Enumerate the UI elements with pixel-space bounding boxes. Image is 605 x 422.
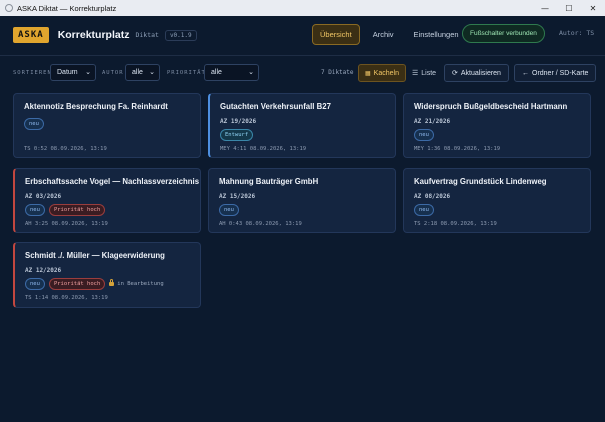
card-title: Gutachten Verkehrsunfall B27 <box>220 102 331 111</box>
nav-settings[interactable]: Einstellungen <box>407 25 466 44</box>
card-badges: neu Priorität hoch in Bearbeitung <box>25 278 164 290</box>
status-badge: neu <box>414 204 434 216</box>
close-icon[interactable]: ✕ <box>581 0 605 16</box>
card-title: Kaufvertrag Grundstück Lindenweg <box>414 177 547 186</box>
view-tiles-button[interactable]: ▦ Kacheln <box>358 64 406 82</box>
card-meta: MEY 4:11 08.09.2026, 13:19 <box>220 146 307 152</box>
dictation-count: 7 Diktate <box>321 69 354 76</box>
card-badges: neu <box>219 204 243 216</box>
author-label: Autor: TS <box>559 29 595 37</box>
view-list-label: Liste <box>421 69 437 77</box>
footswitch-status-badge: Fußschalter verbunden <box>462 24 545 43</box>
app-icon <box>5 4 13 12</box>
case-number: AZ 08/2026 <box>414 193 451 200</box>
folder-sd-button[interactable]: ← Ordner / SD-Karte <box>514 64 597 82</box>
logo: ASKA <box>13 27 49 43</box>
case-number: AZ 15/2026 <box>219 193 256 200</box>
filter-toolbar: SORTIEREN Datum ⌄ AUTOR alle ⌄ PRIORITÄT… <box>0 56 605 88</box>
chevron-down-icon: ⌄ <box>149 69 155 76</box>
card-badges: neu <box>414 204 438 216</box>
author-filter-label: AUTOR <box>102 70 124 76</box>
nav-overview[interactable]: Übersicht <box>312 24 360 45</box>
lock-icon <box>109 279 115 286</box>
status-badge: neu <box>25 278 45 290</box>
status-badge: Entwurf <box>220 129 254 141</box>
card-badges: neu <box>414 129 438 141</box>
card-badges: neu Priorität hoch <box>25 204 109 216</box>
folder-sd-label: Ordner / SD-Karte <box>532 69 589 77</box>
case-number: AZ 03/2026 <box>25 193 62 200</box>
priority-badge: Priorität hoch <box>48 204 106 216</box>
sort-select-value: Datum <box>57 69 78 76</box>
card-meta: TS 2:18 08.09.2026, 13:19 <box>414 221 497 227</box>
sort-select[interactable]: Datum ⌄ <box>50 64 96 81</box>
view-toggle: ▦ Kacheln ☰ Liste <box>358 64 442 82</box>
dictation-card[interactable]: Erbschaftssache Vogel — Nachlassverzeich… <box>13 168 201 233</box>
sort-label: SORTIEREN <box>13 70 52 76</box>
window-title: ASKA Diktat — Korrekturplatz <box>17 3 117 13</box>
main-nav: Übersicht Archiv Einstellungen <box>312 24 472 45</box>
status-badge: neu <box>414 129 434 141</box>
arrow-left-icon: ← <box>522 69 529 77</box>
card-badges: Entwurf <box>220 129 257 141</box>
dictation-card[interactable]: Aktennotiz Besprechung Fa. Reinhardt neu… <box>13 93 201 158</box>
dictation-card[interactable]: Kaufvertrag Grundstück Lindenweg AZ 08/2… <box>403 168 591 233</box>
grid-icon: ▦ <box>365 70 371 77</box>
app-header: ASKA Korrekturplatz Diktat v0.1.9 Übersi… <box>0 16 605 54</box>
priority-select[interactable]: alle ⌄ <box>204 64 259 81</box>
card-meta: TS 1:14 08.09.2026, 13:19 <box>25 295 108 301</box>
priority-filter-label: PRIORITÄT <box>167 70 206 76</box>
version-badge: v0.1.9 <box>164 29 197 41</box>
nav-archive[interactable]: Archiv <box>366 25 401 44</box>
list-icon: ☰ <box>411 70 419 77</box>
card-title: Aktennotiz Besprechung Fa. Reinhardt <box>24 102 168 111</box>
priority-badge: Priorität hoch <box>48 278 106 290</box>
dictation-card[interactable]: Mahnung Bauträger GmbH AZ 15/2026 neu AH… <box>208 168 396 233</box>
maximize-icon[interactable]: ☐ <box>557 0 581 16</box>
case-number: AZ 19/2026 <box>220 118 257 125</box>
card-title: Widerspruch Bußgeldbescheid Hartmann <box>414 102 568 111</box>
refresh-icon: ⟳ <box>452 70 458 77</box>
case-number: AZ 21/2026 <box>414 118 451 125</box>
view-list-button[interactable]: ☰ Liste <box>406 64 442 82</box>
card-meta: MEY 1:36 08.09.2026, 13:19 <box>414 146 501 152</box>
dictation-card[interactable]: Schmidt ./. Müller — Klageerwiderung AZ … <box>13 242 201 308</box>
page-title: Korrekturplatz <box>57 29 130 41</box>
refresh-button[interactable]: ⟳ Aktualisieren <box>444 64 509 82</box>
window-controls: — ☐ ✕ <box>533 0 605 16</box>
status-badge: neu <box>24 118 44 130</box>
refresh-label: Aktualisieren <box>460 69 501 77</box>
dictation-card[interactable]: Widerspruch Bußgeldbescheid Hartmann AZ … <box>403 93 591 158</box>
card-meta: TS 0:52 08.09.2026, 13:19 <box>24 146 107 152</box>
card-meta: AH 0:43 08.09.2026, 13:19 <box>219 221 302 227</box>
author-select[interactable]: alle ⌄ <box>125 64 160 81</box>
status-badge: neu <box>219 204 239 216</box>
lock-label: in Bearbeitung <box>117 281 164 287</box>
app-subtitle: Diktat <box>135 31 159 39</box>
priority-select-value: alle <box>211 69 222 76</box>
chevron-down-icon: ⌄ <box>248 69 254 76</box>
lock-status: in Bearbeitung <box>109 279 164 287</box>
card-title: Erbschaftssache Vogel — Nachlassverzeich… <box>25 177 200 186</box>
status-badge: neu <box>25 204 45 216</box>
card-meta: AH 3:25 08.09.2026, 13:19 <box>25 221 108 227</box>
minimize-icon[interactable]: — <box>533 0 557 16</box>
window-titlebar: ASKA Diktat — Korrekturplatz — ☐ ✕ <box>0 0 605 16</box>
author-select-value: alle <box>132 69 143 76</box>
card-title: Mahnung Bauträger GmbH <box>219 177 319 186</box>
case-number: AZ 12/2026 <box>25 267 62 274</box>
dictation-card[interactable]: Gutachten Verkehrsunfall B27 AZ 19/2026 … <box>208 93 396 158</box>
chevron-down-icon: ⌄ <box>85 69 91 76</box>
card-badges: neu <box>24 118 48 130</box>
view-tiles-label: Kacheln <box>373 69 399 77</box>
card-title: Schmidt ./. Müller — Klageerwiderung <box>25 251 165 260</box>
